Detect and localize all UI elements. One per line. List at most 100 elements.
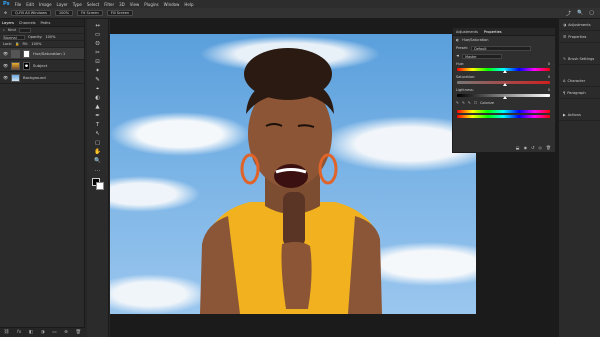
delete-icon[interactable]: 🗑 (546, 145, 551, 150)
adjustment-layer-icon[interactable]: ◑ (41, 330, 45, 335)
menu-view[interactable]: View (130, 2, 140, 7)
properties-title: Hue/Saturation (462, 38, 489, 42)
brush-tool-icon[interactable]: ✎ (92, 76, 104, 84)
lasso-tool-icon[interactable]: ʘ (92, 40, 104, 48)
menu-filter[interactable]: Filter (104, 2, 114, 7)
lightness-value[interactable]: 0 (548, 88, 550, 92)
collapsed-panels: ◑ Adjustments ☰ Properties ✎ Brush Setti… (558, 19, 600, 337)
fill-value[interactable]: 100% (31, 42, 41, 46)
sharpen-tool-icon[interactable]: ▲ (92, 103, 104, 111)
frame-tool-icon[interactable]: ⊡ (92, 58, 104, 66)
panel-brush-settings[interactable]: ✎ Brush Settings (559, 53, 600, 65)
color-range-bar-bottom (457, 115, 550, 118)
layer-hue-saturation[interactable]: 👁 Hue/Saturation 1 (0, 48, 84, 60)
move-tool-icon[interactable]: ↔ (92, 22, 104, 30)
tab-channels[interactable]: Channels (19, 21, 36, 25)
more-tools-icon[interactable]: … (92, 166, 104, 174)
marquee-tool-icon[interactable]: ▭ (92, 31, 104, 39)
move-tool-icon[interactable]: ✥ (4, 11, 7, 15)
saturation-value[interactable]: 0 (548, 75, 550, 79)
hue-value[interactable]: 0 (548, 62, 550, 66)
tab-paths[interactable]: Paths (41, 21, 51, 25)
zoom-100-button[interactable]: 100% (54, 10, 74, 16)
shape-tool-icon[interactable]: ▢ (92, 139, 104, 147)
filter-icons[interactable] (18, 27, 31, 33)
eyedropper-plus-icon[interactable]: ✎ (462, 101, 465, 105)
new-layer-icon[interactable]: ⊕ (64, 330, 68, 335)
fx-icon[interactable]: fx (17, 330, 21, 335)
hand-adjust-icon[interactable]: ☚ (456, 54, 459, 58)
saturation-slider-handle[interactable] (503, 83, 507, 86)
kind-filter[interactable]: Kind (8, 28, 16, 32)
type-tool-icon[interactable]: T (92, 121, 104, 129)
new-group-icon[interactable]: ▭ (52, 330, 56, 335)
panel-properties[interactable]: ☰ Properties (559, 31, 600, 43)
zoom-tool-icon[interactable]: 🔍 (92, 157, 104, 165)
menu-file[interactable]: File (15, 2, 22, 7)
view-previous-icon[interactable]: ◉ (524, 145, 528, 150)
eye-icon[interactable]: 👁 (3, 75, 8, 80)
tab-layers[interactable]: Layers (2, 21, 14, 25)
stamp-tool-icon[interactable]: ⌖ (92, 85, 104, 93)
hue-slider-handle[interactable] (503, 70, 507, 73)
menu-3d[interactable]: 3D (119, 2, 125, 7)
color-swatches[interactable] (91, 178, 104, 190)
panel-character[interactable]: A Character (559, 75, 600, 87)
eye-icon[interactable]: 👁 (3, 63, 8, 68)
fill-screen-button[interactable]: Fill Screen (106, 10, 134, 16)
menu-help[interactable]: Help (184, 2, 193, 7)
clip-to-layer-icon[interactable]: ⬓ (516, 145, 520, 150)
menu-select[interactable]: Select (87, 2, 99, 7)
layers-tabs: Layers Channels Paths (0, 19, 84, 27)
layer-subject[interactable]: 👁 Subject (0, 60, 84, 72)
pen-tool-icon[interactable]: ✒ (92, 112, 104, 120)
menu-layer[interactable]: Layer (57, 2, 68, 7)
saturation-row: Saturation: 0 (453, 73, 555, 81)
menu-image[interactable]: Image (39, 2, 52, 7)
opacity-value[interactable]: 100% (45, 35, 55, 39)
panel-actions[interactable]: ▶ Actions (559, 109, 600, 121)
link-layers-icon[interactable]: ⛓ (4, 330, 10, 335)
colorize-checkbox[interactable]: ☐ (474, 101, 477, 105)
menu-type[interactable]: Type (73, 2, 82, 7)
panel-paragraph[interactable]: ¶ Paragraph (559, 87, 600, 99)
fit-screen-button[interactable]: Fit Screen (77, 10, 103, 16)
hand (281, 241, 312, 309)
background-thumbnail (11, 73, 20, 82)
magic-wand-icon[interactable]: ✦ (92, 67, 104, 75)
preset-select[interactable]: Default (471, 45, 532, 51)
eyedropper-icon[interactable]: ✎ (456, 101, 459, 105)
trash-icon[interactable]: 🗑 (75, 330, 81, 335)
scroll-all-windows-button[interactable]: Q-Fill All Windows (11, 10, 51, 16)
add-mask-icon[interactable]: ◧ (29, 330, 33, 335)
tab-properties[interactable]: Properties (484, 30, 502, 34)
tab-adjustments[interactable]: Adjustments (456, 30, 478, 34)
hue-saturation-icon: ◐ (456, 38, 460, 42)
panel-label: Paragraph (567, 90, 586, 95)
document-canvas[interactable] (110, 34, 476, 314)
crop-tool-icon[interactable]: ✂ (92, 49, 104, 57)
share-icon[interactable]: ⤴ (566, 10, 571, 17)
path-select-icon[interactable]: ↖ (92, 130, 104, 138)
search-icon[interactable]: 🔍 (577, 10, 583, 17)
background-color-swatch[interactable] (95, 182, 104, 190)
visibility-icon[interactable]: ◎ (538, 145, 542, 150)
channel-select[interactable]: Master (462, 53, 503, 59)
menu-plugins[interactable]: Plugins (144, 2, 158, 7)
hand-tool-icon[interactable]: ✋ (92, 148, 104, 156)
eyedropper-minus-icon[interactable]: ✎ (468, 101, 471, 105)
lightness-slider-handle[interactable] (503, 96, 507, 99)
workspace-icon[interactable]: ▢ (589, 10, 594, 17)
blend-mode-select[interactable]: Normal (3, 34, 25, 40)
menu-edit[interactable]: Edit (26, 2, 34, 7)
panel-adjustments[interactable]: ◑ Adjustments (559, 19, 600, 31)
menu-window[interactable]: Window (164, 2, 180, 7)
hue-row: Hue: 0 (453, 60, 555, 68)
layer-mask-thumbnail[interactable] (23, 49, 30, 58)
gradient-tool-icon[interactable]: ◐ (92, 94, 104, 102)
layer-mask-thumbnail[interactable] (23, 61, 30, 70)
layer-background[interactable]: 👁 Background (0, 72, 84, 84)
reset-icon[interactable]: ↺ (531, 145, 534, 150)
lock-icon[interactable]: 🔒 (15, 42, 19, 46)
eye-icon[interactable]: 👁 (3, 51, 8, 56)
